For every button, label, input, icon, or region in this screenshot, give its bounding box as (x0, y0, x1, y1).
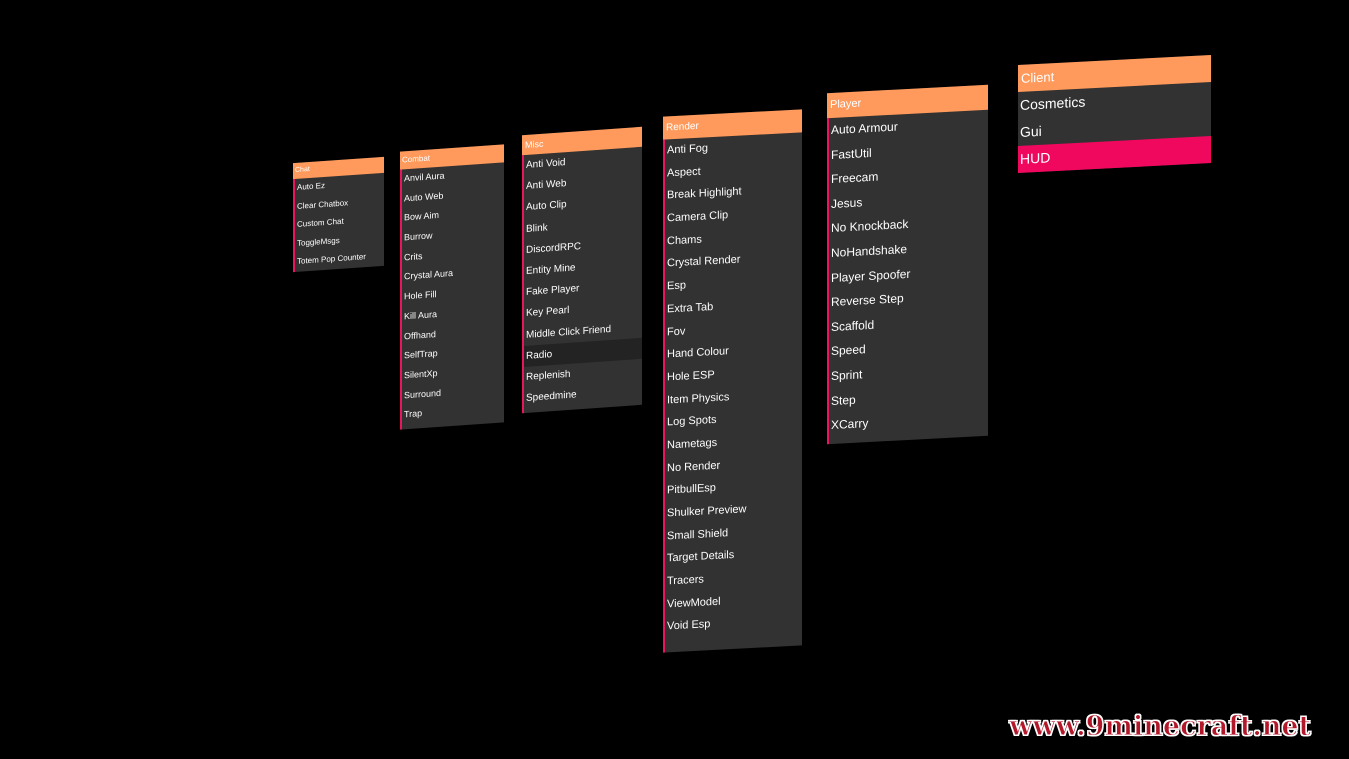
panel-player: Player Auto Armour FastUtil Freecam Jesu… (827, 84, 988, 444)
panel-misc: Misc Anti Void Anti Web Auto Clip Blink … (522, 126, 642, 414)
panel-chat: Chat Auto Ez Clear Chatbox Custom Chat T… (293, 156, 384, 272)
panel-combat: Combat Anvil Aura Auto Web Bow Aim Burro… (400, 144, 504, 430)
panel-items-player: Auto Armour FastUtil Freecam Jesus No Kn… (827, 109, 988, 444)
panel-items-combat: Anvil Aura Auto Web Bow Aim Burrow Crits… (400, 162, 504, 430)
panel-items-render: Anti Fog Aspect Break Highlight Camera C… (663, 132, 802, 653)
panel-items-client: Cosmetics Gui HUD (1018, 82, 1211, 174)
panel-render: Render Anti Fog Aspect Break Highlight C… (663, 109, 802, 653)
clickgui-scene: Chat Auto Ez Clear Chatbox Custom Chat T… (0, 0, 1349, 759)
panel-items-chat: Auto Ez Clear Chatbox Custom Chat Toggle… (293, 172, 384, 272)
panel-client: Client Cosmetics Gui HUD (1018, 54, 1211, 174)
watermark-logo: www.9minecraft.net (1009, 711, 1312, 743)
panel-items-misc: Anti Void Anti Web Auto Clip Blink Disco… (522, 146, 642, 414)
